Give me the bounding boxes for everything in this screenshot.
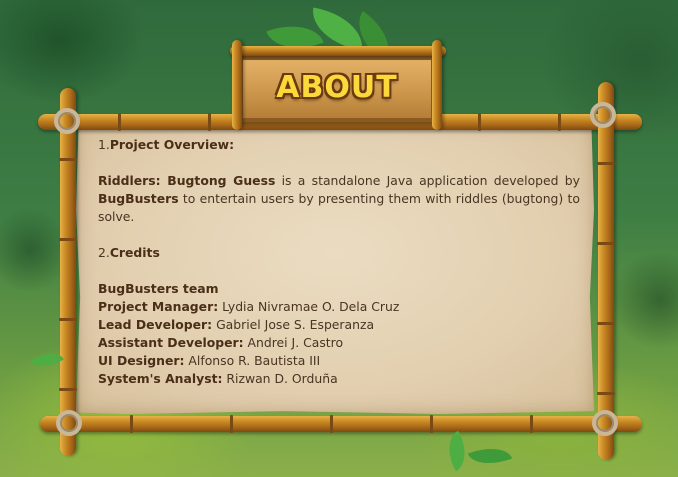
- bamboo-right: [597, 82, 615, 460]
- bamboo-left: [59, 88, 77, 456]
- credits-heading: 2.Credits: [98, 245, 160, 260]
- credit-line: Lead Developer: Gabriel Jose S. Esperanz…: [98, 317, 375, 332]
- credit-line: Assistant Developer: Andrei J. Castro: [98, 335, 344, 350]
- rope-knot-icon: [54, 108, 80, 134]
- credit-line: UI Designer: Alfonso R. Bautista III: [98, 353, 321, 368]
- rope-knot-icon: [592, 410, 618, 436]
- about-content: 1.Project Overview: Riddlers: Bugtong Gu…: [98, 136, 580, 388]
- overview-heading: 1.Project Overview:: [98, 137, 235, 152]
- credit-line: System's Analyst: Rizwan D. Orduña: [98, 371, 338, 386]
- app-name: Riddlers: Bugtong Guess: [98, 173, 276, 188]
- rope-knot-icon: [56, 410, 82, 436]
- team-name: BugBusters: [98, 191, 179, 206]
- credit-line: Project Manager: Lydia Nivramae O. Dela …: [98, 299, 400, 314]
- bamboo-bottom: [40, 415, 642, 433]
- overview-paragraph: Riddlers: Bugtong Guess is a standalone …: [98, 173, 580, 224]
- team-heading: BugBusters team: [98, 281, 219, 296]
- page-title: ABOUT: [276, 70, 398, 105]
- sign-bamboo-top: [230, 46, 446, 56]
- rope-knot-icon: [590, 102, 616, 128]
